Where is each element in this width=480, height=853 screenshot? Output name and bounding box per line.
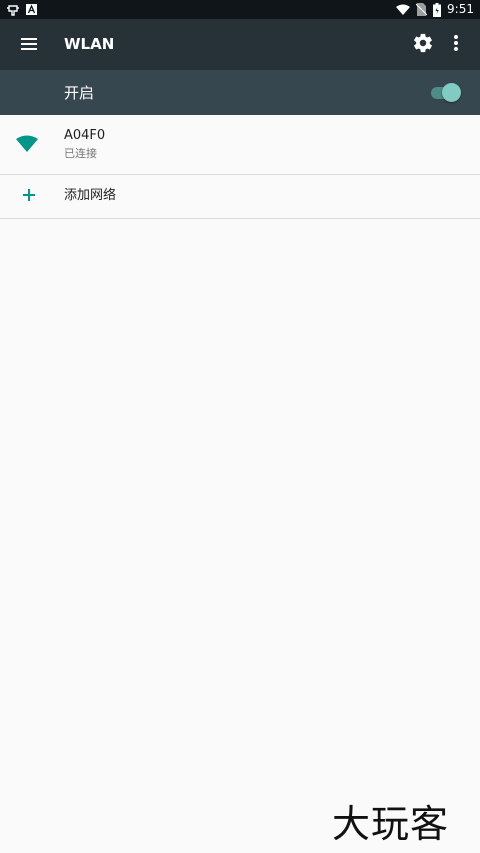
add-network-label: 添加网络 [64,188,117,203]
a-icon [26,4,37,15]
debug-icon [7,4,19,16]
network-status: 已连接 [64,147,97,160]
network-row[interactable]: A04F0 已连接 [0,115,480,174]
toggle-thumb [442,83,461,102]
switch-label: 开启 [64,84,95,102]
add-network-row[interactable]: 添加网络 [0,175,480,218]
hamburger-menu-icon[interactable] [18,33,40,55]
wifi-icon [396,4,411,15]
app-toolbar: WLAN [0,19,480,70]
status-bar: 9:51 [0,0,480,19]
status-time: 9:51 [447,2,474,16]
page-title: WLAN [64,35,115,53]
list-divider [0,218,480,219]
battery-icon [433,2,442,17]
gear-icon[interactable] [412,32,434,54]
network-ssid: A04F0 [64,128,106,143]
no-sim-icon [416,3,428,16]
watermark-logo: 大玩客 [332,802,450,846]
more-vert-icon[interactable] [446,32,466,54]
wlan-switch-bar[interactable]: 开启 [0,70,480,115]
plus-icon [23,189,35,201]
wlan-toggle[interactable] [431,83,461,103]
wifi-signal-icon [16,135,38,152]
